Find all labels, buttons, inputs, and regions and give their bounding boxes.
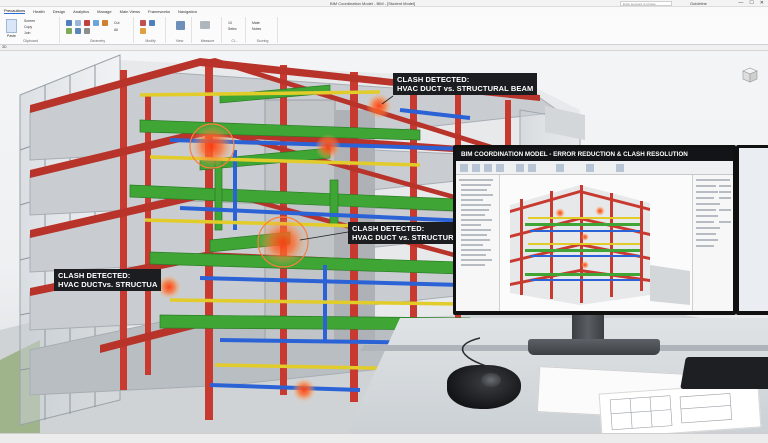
clash-callout[interactable]: CLASH DETECTED: HVAC DUCTvs. STRUCTUA (54, 269, 162, 291)
tab-analytics[interactable]: Analytics (73, 9, 89, 14)
user-name[interactable]: Guideline (690, 1, 707, 6)
ribbon-group-label: View (175, 39, 184, 43)
keyboard-icon (680, 357, 768, 389)
scale-icon[interactable] (140, 28, 146, 34)
clash-marker (366, 93, 392, 119)
screen-button[interactable]: Screen (24, 19, 35, 23)
monitor-base (528, 339, 660, 355)
clash-marker (292, 378, 316, 402)
ribbon-group-label: Scoring (256, 39, 269, 43)
ribbon-group-label: Clipboard (23, 39, 38, 43)
clash-marker (315, 134, 341, 160)
all-button[interactable]: All (114, 28, 118, 32)
ribbon-group-geometry: Cut All Geometry (62, 17, 134, 43)
notes-button[interactable]: Notes (252, 27, 261, 31)
mate-button[interactable]: Mate (252, 21, 260, 25)
view-tab-3d[interactable]: 3D (2, 45, 6, 49)
status-bar (0, 433, 768, 443)
stage: BIM Coordination Model - BIM - [Student … (0, 0, 768, 443)
monitor-3d-view (500, 175, 692, 311)
close-button[interactable]: ✕ (760, 0, 764, 6)
window-controls: — ☐ ✕ (738, 0, 764, 6)
ribbon-group-view: View (168, 17, 192, 43)
split-icon[interactable] (93, 20, 99, 26)
cut-button[interactable]: Cut (114, 21, 119, 25)
tab-design[interactable]: Design (53, 9, 65, 14)
monitor-project-browser (456, 175, 500, 311)
clash-marker (257, 216, 309, 268)
join-icon[interactable] (84, 20, 90, 26)
align-icon[interactable] (66, 28, 72, 34)
monitor-stand (572, 315, 604, 341)
ribbon-group-label: Geometry (89, 39, 106, 43)
clash-callout[interactable]: CLASH DETECTED: HVAC DUCT vs. STRUCTURAL… (393, 73, 538, 95)
window-title: BIM Coordination Model - BIM - [Student … (330, 1, 416, 6)
viewcube-icon[interactable] (739, 64, 761, 86)
monitor-properties-panel (692, 175, 733, 311)
tab-navigation[interactable]: Navigation (178, 9, 197, 14)
move-icon[interactable] (84, 28, 90, 34)
ribbon-tabs: Precautions Health Design Analytics Mana… (0, 7, 768, 15)
tab-health[interactable]: Health (33, 9, 45, 14)
monitor-ribbon (456, 161, 733, 175)
monitor-title: BIM COORDINATION MODEL - ERROR REDUCTION… (456, 148, 733, 161)
ribbon-group-scoring: Mate Notes Scoring (248, 17, 278, 43)
monitor: BIM COORDINATION MODEL - ERROR REDUCTION… (453, 145, 736, 315)
ribbon-group-cl: 10 Selec Cl... (224, 17, 246, 43)
tab-main-views[interactable]: Main Views (120, 9, 140, 14)
pin-icon[interactable] (149, 20, 155, 26)
paste-button[interactable]: Paste (7, 34, 16, 38)
clash-callout-title: CLASH DETECTED: (58, 271, 131, 280)
ribbon-group-label: Cl... (231, 39, 238, 43)
select-button[interactable]: Selec (228, 27, 237, 31)
measure-icon[interactable] (200, 21, 210, 29)
ribbon: Paste Screen Copy Join Clipboard Cut All… (0, 15, 768, 45)
tab-frameworks[interactable]: Frameworks (148, 9, 170, 14)
ribbon-group-label: Modify (145, 39, 156, 43)
ribbon-group-modify: Modify (136, 17, 166, 43)
clash-callout-detail: HVAC DUCT vs. STRUCTURAL BEAM (397, 84, 534, 93)
ribbon-group-measure: Measure (194, 17, 222, 43)
secondary-monitor (736, 145, 768, 315)
monitor-screen: BIM COORDINATION MODEL - ERROR REDUCTION… (456, 148, 733, 311)
minimize-button[interactable]: — (738, 0, 743, 6)
ribbon-group-clipboard: Paste Screen Copy Join Clipboard (2, 17, 60, 43)
paste-icon[interactable] (6, 19, 17, 33)
ribbon-group-label: Measure (200, 39, 215, 43)
delete-icon[interactable] (140, 20, 146, 26)
tab-precautions[interactable]: Precautions (4, 8, 26, 14)
clash-callout-detail: HVAC DUCTvs. STRUCTUA (58, 280, 158, 289)
mouse-cable (461, 337, 501, 371)
cl-10-button[interactable]: 10 (228, 21, 232, 25)
maximize-button[interactable]: ☐ (749, 0, 753, 6)
mirror-icon[interactable] (75, 28, 81, 34)
offset-icon[interactable] (102, 20, 108, 26)
view-icon[interactable] (176, 21, 185, 30)
clash-callout-title: CLASH DETECTED: (397, 75, 470, 84)
copy-icon[interactable] (75, 20, 81, 26)
help-search-input[interactable]: Enter keyword or phrase (620, 1, 672, 6)
tab-manage[interactable]: Manage (97, 9, 111, 14)
join-button[interactable]: Join (24, 31, 30, 35)
copy-button[interactable]: Copy (24, 25, 32, 29)
cut-icon[interactable] (66, 20, 72, 26)
clash-marker (189, 123, 235, 169)
title-bar: BIM Coordination Model - BIM - [Student … (0, 0, 768, 7)
